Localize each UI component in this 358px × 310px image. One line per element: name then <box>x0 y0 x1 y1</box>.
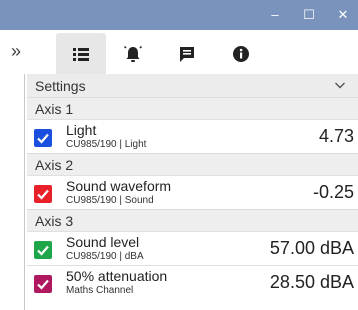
close-button[interactable]: ✕ <box>326 0 358 30</box>
channel-source: Maths Channel <box>66 285 134 296</box>
tab-notes[interactable] <box>162 33 212 74</box>
axis-label: Axis 1 <box>35 101 74 117</box>
settings-header[interactable]: Settings <box>27 74 358 97</box>
channel-row[interactable]: Sound level CU985/190 | dBA 57.00 dBA <box>27 231 358 265</box>
notes-icon <box>180 47 194 62</box>
channel-value: -0.25 <box>312 182 354 202</box>
left-rail <box>0 74 27 310</box>
channel-checkbox[interactable] <box>34 185 52 203</box>
list-icon <box>73 48 89 61</box>
rail-divider <box>24 74 25 310</box>
channel-row[interactable]: Sound waveform CU985/190 | Sound -0.25 <box>27 175 358 209</box>
channel-panel: Settings Axis 1 Light CU985/190 | Light … <box>27 74 358 310</box>
info-icon <box>233 46 249 62</box>
axis-group-header[interactable]: Axis 3 <box>27 209 358 231</box>
channel-name: Sound waveform <box>66 178 172 194</box>
maximize-button[interactable]: ☐ <box>292 0 326 30</box>
chevron-down-icon[interactable] <box>334 80 346 90</box>
channel-name: Light <box>66 122 97 138</box>
channel-checkbox[interactable] <box>34 241 52 259</box>
axis-group-header[interactable]: Axis 2 <box>27 153 358 175</box>
channel-source: CU985/190 | Light <box>66 139 147 150</box>
channel-name: Sound level <box>66 234 140 250</box>
channel-value: 4.73 <box>318 126 354 146</box>
axis-group-header[interactable]: Axis 1 <box>27 97 358 119</box>
checkmark-icon <box>37 279 49 290</box>
toolbar: » <box>0 30 358 74</box>
window-titlebar: – ☐ ✕ <box>0 0 358 30</box>
collapse-panel-button[interactable]: » <box>6 41 26 61</box>
channel-row[interactable]: Light CU985/190 | Light 4.73 <box>27 119 358 153</box>
channel-checkbox[interactable] <box>34 129 52 147</box>
channel-value: 57.00 dBA <box>269 238 354 258</box>
minimize-button[interactable]: – <box>258 0 292 30</box>
channel-name: 50% attenuation <box>66 268 168 284</box>
channel-value: 28.50 dBA <box>269 272 354 292</box>
channel-source: CU985/190 | Sound <box>66 195 154 206</box>
axis-label: Axis 3 <box>35 213 74 229</box>
tab-alarms[interactable] <box>108 33 158 74</box>
settings-label: Settings <box>35 78 86 94</box>
channel-checkbox[interactable] <box>34 275 52 293</box>
checkmark-icon <box>37 133 49 144</box>
axis-label: Axis 2 <box>35 157 74 173</box>
checkmark-icon <box>37 245 49 256</box>
channel-source: CU985/190 | dBA <box>66 251 144 262</box>
channel-row[interactable]: 50% attenuation Maths Channel 28.50 dBA <box>27 265 358 299</box>
checkmark-icon <box>37 189 49 200</box>
tab-info[interactable] <box>216 33 266 74</box>
alarm-bell-icon <box>123 45 143 62</box>
tab-channel-list[interactable] <box>56 33 106 74</box>
